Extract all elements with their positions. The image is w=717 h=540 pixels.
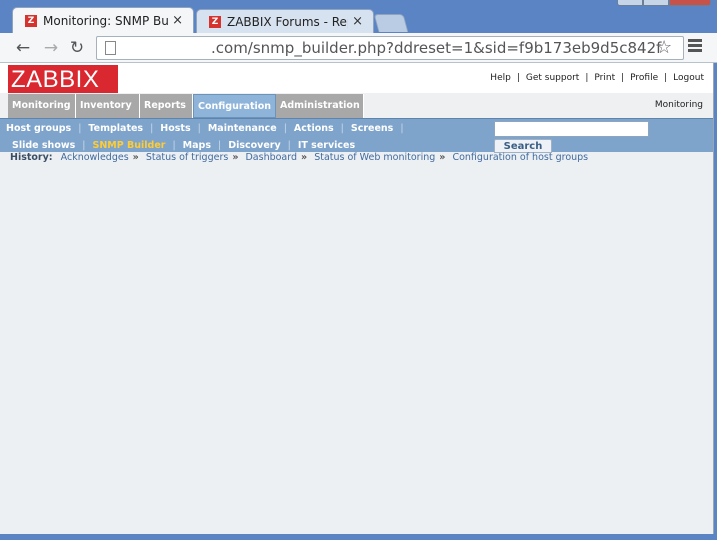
- tab-zabbix-forums[interactable]: Z ZABBIX Forums - Reply to ×: [196, 9, 374, 33]
- submenu-screens[interactable]: Screens: [351, 123, 393, 134]
- history-breadcrumb: History: Acknowledges» Status of trigger…: [10, 152, 589, 163]
- zabbix-header: ZABBIX Help | Get support | Print | Profile…: [0, 63, 713, 94]
- submenu-row-1: Host groups | Templates | Hosts | Maintenan…: [6, 123, 404, 134]
- menu-monitoring[interactable]: Monitoring: [8, 94, 76, 118]
- hamburger-menu-icon[interactable]: [688, 39, 702, 54]
- new-tab-button[interactable]: [373, 14, 409, 32]
- help-link[interactable]: Help: [490, 73, 511, 83]
- submenu-discovery[interactable]: Discovery: [228, 140, 280, 151]
- address-bar-url: .com/snmp_builder.php?ddreset=1&sid=f9b1…: [211, 39, 662, 57]
- history-item-dashboard[interactable]: Dashboard: [245, 152, 297, 163]
- menu-inventory[interactable]: Inventory: [76, 94, 140, 118]
- page-viewport: ZABBIX Help | Get support | Print | Profile…: [0, 63, 714, 534]
- history-item-acknowledges[interactable]: Acknowledges: [61, 152, 129, 163]
- tab-title: Monitoring: SNMP Builde: [43, 13, 169, 28]
- browser-toolbar: ← → ↻ .com/snmp_builder.php?ddreset=1&si…: [0, 33, 717, 63]
- history-item-web-monitoring[interactable]: Status of Web monitoring: [314, 152, 435, 163]
- history-label: History:: [10, 152, 53, 163]
- history-item-host-groups[interactable]: Configuration of host groups: [452, 152, 588, 163]
- menu-reports[interactable]: Reports: [140, 94, 193, 118]
- submenu-snmp-builder[interactable]: SNMP Builder: [92, 140, 165, 151]
- tab-strip: Z Monitoring: SNMP Builde × Z ZABBIX For…: [0, 6, 717, 33]
- top-links: Help | Get support | Print | Profile | Logou…: [490, 73, 704, 83]
- search-input[interactable]: [494, 121, 649, 137]
- current-section-label: Monitoring: [654, 100, 703, 110]
- reload-icon[interactable]: ↻: [66, 37, 88, 59]
- search-button[interactable]: Search: [494, 139, 552, 153]
- submenu-hosts[interactable]: Hosts: [160, 123, 190, 134]
- zabbix-favicon-icon: Z: [209, 15, 221, 28]
- browser-chrome: Z Monitoring: SNMP Builde × Z ZABBIX For…: [0, 0, 717, 63]
- forward-arrow-icon[interactable]: →: [40, 37, 62, 59]
- close-icon[interactable]: ×: [172, 13, 183, 28]
- submenu-slide-shows[interactable]: Slide shows: [12, 140, 75, 151]
- close-icon[interactable]: ×: [352, 14, 363, 29]
- menu-administration[interactable]: Administration: [276, 94, 364, 118]
- get-support-link[interactable]: Get support: [526, 73, 579, 83]
- submenu-row-2: Slide shows | SNMP Builder | Maps | Discove…: [12, 140, 356, 151]
- tab-monitoring-snmp-builder[interactable]: Z Monitoring: SNMP Builde ×: [12, 7, 194, 33]
- submenu-maps[interactable]: Maps: [183, 140, 211, 151]
- print-link[interactable]: Print: [594, 73, 615, 83]
- submenu-host-groups[interactable]: Host groups: [6, 123, 71, 134]
- back-arrow-icon[interactable]: ←: [12, 37, 34, 59]
- logout-link[interactable]: Logout: [673, 73, 704, 83]
- submenu-actions[interactable]: Actions: [294, 123, 334, 134]
- profile-link[interactable]: Profile: [630, 73, 658, 83]
- page-icon: [105, 41, 116, 55]
- window-bottom-frame: [0, 534, 717, 540]
- bookmark-star-icon[interactable]: ☆: [656, 37, 672, 58]
- zabbix-logo: ZABBIX: [8, 65, 118, 94]
- sub-menu: Host groups | Templates | Hosts | Maintenan…: [0, 118, 713, 153]
- address-bar[interactable]: .com/snmp_builder.php?ddreset=1&sid=f9b1…: [96, 36, 684, 60]
- submenu-it-services[interactable]: IT services: [298, 140, 355, 151]
- menu-configuration[interactable]: Configuration: [193, 94, 276, 118]
- main-menu: Monitoring Inventory Reports Configurati…: [0, 93, 713, 118]
- tab-title: ZABBIX Forums - Reply to: [227, 14, 348, 29]
- submenu-maintenance[interactable]: Maintenance: [208, 123, 277, 134]
- history-item-status-of-triggers[interactable]: Status of triggers: [146, 152, 229, 163]
- zabbix-favicon-icon: Z: [25, 14, 37, 27]
- submenu-templates[interactable]: Templates: [88, 123, 143, 134]
